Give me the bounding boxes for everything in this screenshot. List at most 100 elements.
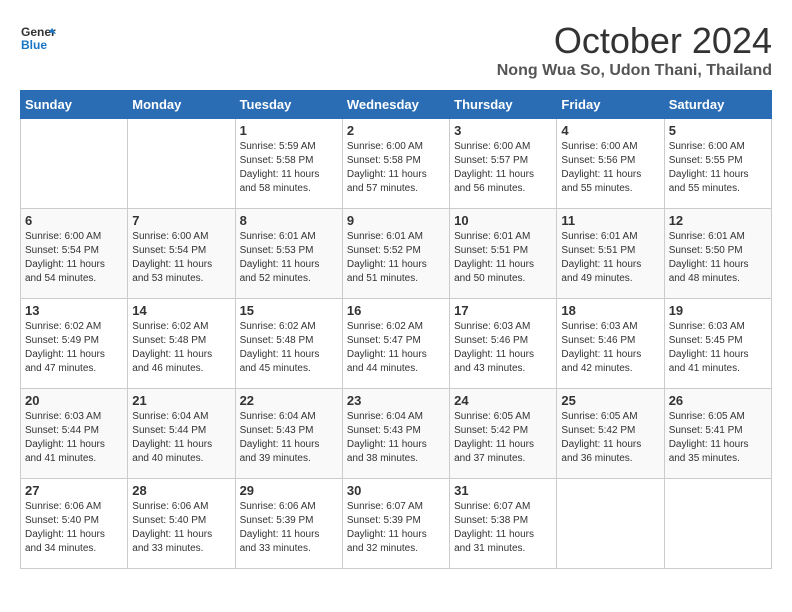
calendar-cell: 9 Sunrise: 6:01 AM Sunset: 5:52 PM Daylig… — [342, 209, 449, 299]
day-number: 30 — [347, 483, 445, 498]
calendar-cell: 25 Sunrise: 6:05 AM Sunset: 5:42 PM Dayli… — [557, 389, 664, 479]
calendar-cell — [128, 119, 235, 209]
day-number: 5 — [669, 123, 767, 138]
calendar-cell: 15 Sunrise: 6:02 AM Sunset: 5:48 PM Dayli… — [235, 299, 342, 389]
day-info: Sunrise: 6:06 AM Sunset: 5:40 PM Dayligh… — [132, 500, 230, 556]
calendar-cell: 27Sunrise: 6:06 AM Sunset: 5:40 PM Dayli… — [21, 479, 128, 569]
day-info: Sunrise: 6:00 AM Sunset: 5:55 PM Dayligh… — [669, 140, 767, 196]
day-info: Sunrise: 6:03 AM Sunset: 5:45 PM Dayligh… — [669, 320, 767, 376]
day-info: Sunrise: 6:00 AM Sunset: 5:54 PM Dayligh… — [25, 230, 123, 286]
day-number: 31 — [454, 483, 552, 498]
day-info: Sunrise: 6:00 AM Sunset: 5:54 PM Dayligh… — [132, 230, 230, 286]
calendar-cell — [557, 479, 664, 569]
header-monday: Monday — [128, 91, 235, 119]
calendar-cell: 28 Sunrise: 6:06 AM Sunset: 5:40 PM Dayli… — [128, 479, 235, 569]
month-title: October 2024 — [497, 20, 772, 62]
day-info: Sunrise: 6:04 AM Sunset: 5:44 PM Dayligh… — [132, 410, 230, 466]
header-thursday: Thursday — [450, 91, 557, 119]
day-info: Sunrise: 6:01 AM Sunset: 5:51 PM Dayligh… — [454, 230, 552, 286]
calendar-cell: 5 Sunrise: 6:00 AM Sunset: 5:55 PM Daylig… — [664, 119, 771, 209]
calendar-cell: 17 Sunrise: 6:03 AM Sunset: 5:46 PM Dayli… — [450, 299, 557, 389]
calendar-cell: 21 Sunrise: 6:04 AM Sunset: 5:44 PM Dayli… — [128, 389, 235, 479]
calendar-cell: 24Sunrise: 6:05 AM Sunset: 5:42 PM Dayli… — [450, 389, 557, 479]
day-number: 14 — [132, 303, 230, 318]
calendar-cell: 18 Sunrise: 6:03 AM Sunset: 5:46 PM Dayli… — [557, 299, 664, 389]
page-header: General Blue October 2024 Nong Wua So, U… — [20, 20, 772, 80]
day-number: 21 — [132, 393, 230, 408]
day-info: Sunrise: 6:01 AM Sunset: 5:53 PM Dayligh… — [240, 230, 338, 286]
day-number: 27 — [25, 483, 123, 498]
calendar-cell: 10 Sunrise: 6:01 AM Sunset: 5:51 PM Dayli… — [450, 209, 557, 299]
calendar-cell: 6 Sunrise: 6:00 AM Sunset: 5:54 PM Daylig… — [21, 209, 128, 299]
day-info: Sunrise: 6:02 AM Sunset: 5:47 PM Dayligh… — [347, 320, 445, 376]
day-number: 2 — [347, 123, 445, 138]
day-info: Sunrise: 6:03 AM Sunset: 5:46 PM Dayligh… — [561, 320, 659, 376]
day-number: 4 — [561, 123, 659, 138]
day-info: Sunrise: 6:02 AM Sunset: 5:48 PM Dayligh… — [240, 320, 338, 376]
day-number: 10 — [454, 213, 552, 228]
calendar-cell: 16 Sunrise: 6:02 AM Sunset: 5:47 PM Dayli… — [342, 299, 449, 389]
day-number: 13 — [25, 303, 123, 318]
week-row-5: 27 Sunrise: 6:06 AM Sunset: 5:40 PM Dayli… — [21, 479, 772, 569]
calendar-cell: 12 Sunrise: 6:01 AM Sunset: 5:50 PM Dayli… — [664, 209, 771, 299]
header-wednesday: Wednesday — [342, 91, 449, 119]
day-number: 23 — [347, 393, 445, 408]
day-number: 9 — [347, 213, 445, 228]
day-number: 28 — [132, 483, 230, 498]
day-number: 16 — [347, 303, 445, 318]
day-number: 18 — [561, 303, 659, 318]
day-number: 22 — [240, 393, 338, 408]
day-number: 15 — [240, 303, 338, 318]
day-number: 25 — [561, 393, 659, 408]
day-info: Sunrise: 6:01 AM Sunset: 5:52 PM Dayligh… — [347, 230, 445, 286]
week-row-2: 6 Sunrise: 6:00 AM Sunset: 5:54 PM Daylig… — [21, 209, 772, 299]
week-row-1: 1 Sunrise: 5:59 AM Sunset: 5:58 PM Daylig… — [21, 119, 772, 209]
day-info: Sunrise: 6:05 AM Sunset: 5:42 PM Dayligh… — [561, 410, 659, 466]
day-number: 26 — [669, 393, 767, 408]
day-number: 6 — [25, 213, 123, 228]
day-info: Sunrise: 6:00 AM Sunset: 5:57 PM Dayligh… — [454, 140, 552, 196]
calendar-cell: 19 Sunrise: 6:03 AM Sunset: 5:45 PM Dayli… — [664, 299, 771, 389]
calendar-cell: 1 Sunrise: 5:59 AM Sunset: 5:58 PM Daylig… — [235, 119, 342, 209]
calendar-cell: 14Sunrise: 6:02 AM Sunset: 5:48 PM Dayli… — [128, 299, 235, 389]
calendar-cell: 3 Sunrise: 6:00 AM Sunset: 5:57 PM Daylig… — [450, 119, 557, 209]
calendar-cell: 8Sunrise: 6:01 AM Sunset: 5:53 PM Daylig… — [235, 209, 342, 299]
day-info: Sunrise: 6:03 AM Sunset: 5:46 PM Dayligh… — [454, 320, 552, 376]
calendar-cell: 22 Sunrise: 6:04 AM Sunset: 5:43 PM Dayli… — [235, 389, 342, 479]
week-row-3: 13 Sunrise: 6:02 AM Sunset: 5:49 PM Dayli… — [21, 299, 772, 389]
day-number: 1 — [240, 123, 338, 138]
title-block: October 2024 Nong Wua So, Udon Thani, Th… — [497, 20, 772, 80]
logo: General Blue — [20, 20, 56, 56]
logo-bird-icon: General Blue — [20, 20, 56, 56]
calendar-cell — [21, 119, 128, 209]
calendar-cell: 26Sunrise: 6:05 AM Sunset: 5:41 PM Dayli… — [664, 389, 771, 479]
calendar-cell: 29Sunrise: 6:06 AM Sunset: 5:39 PM Dayli… — [235, 479, 342, 569]
calendar-cell — [664, 479, 771, 569]
day-number: 7 — [132, 213, 230, 228]
day-number: 20 — [25, 393, 123, 408]
day-number: 12 — [669, 213, 767, 228]
day-info: Sunrise: 6:04 AM Sunset: 5:43 PM Dayligh… — [240, 410, 338, 466]
day-info: Sunrise: 6:02 AM Sunset: 5:49 PM Dayligh… — [25, 320, 123, 376]
day-number: 3 — [454, 123, 552, 138]
day-number: 24 — [454, 393, 552, 408]
day-info: Sunrise: 5:59 AM Sunset: 5:58 PM Dayligh… — [240, 140, 338, 196]
calendar-table: SundayMondayTuesdayWednesdayThursdayFrid… — [20, 90, 772, 569]
day-number: 11 — [561, 213, 659, 228]
header-row: SundayMondayTuesdayWednesdayThursdayFrid… — [21, 91, 772, 119]
header-tuesday: Tuesday — [235, 91, 342, 119]
location: Nong Wua So, Udon Thani, Thailand — [497, 62, 772, 80]
day-info: Sunrise: 6:07 AM Sunset: 5:39 PM Dayligh… — [347, 500, 445, 556]
calendar-cell: 2Sunrise: 6:00 AM Sunset: 5:58 PM Daylig… — [342, 119, 449, 209]
day-info: Sunrise: 6:03 AM Sunset: 5:44 PM Dayligh… — [25, 410, 123, 466]
header-sunday: Sunday — [21, 91, 128, 119]
header-friday: Friday — [557, 91, 664, 119]
calendar-cell: 30 Sunrise: 6:07 AM Sunset: 5:39 PM Dayli… — [342, 479, 449, 569]
day-number: 19 — [669, 303, 767, 318]
svg-text:Blue: Blue — [21, 38, 47, 52]
day-number: 17 — [454, 303, 552, 318]
week-row-4: 20 Sunrise: 6:03 AM Sunset: 5:44 PM Dayli… — [21, 389, 772, 479]
calendar-cell: 13 Sunrise: 6:02 AM Sunset: 5:49 PM Dayli… — [21, 299, 128, 389]
day-info: Sunrise: 6:01 AM Sunset: 5:51 PM Dayligh… — [561, 230, 659, 286]
day-info: Sunrise: 6:01 AM Sunset: 5:50 PM Dayligh… — [669, 230, 767, 286]
